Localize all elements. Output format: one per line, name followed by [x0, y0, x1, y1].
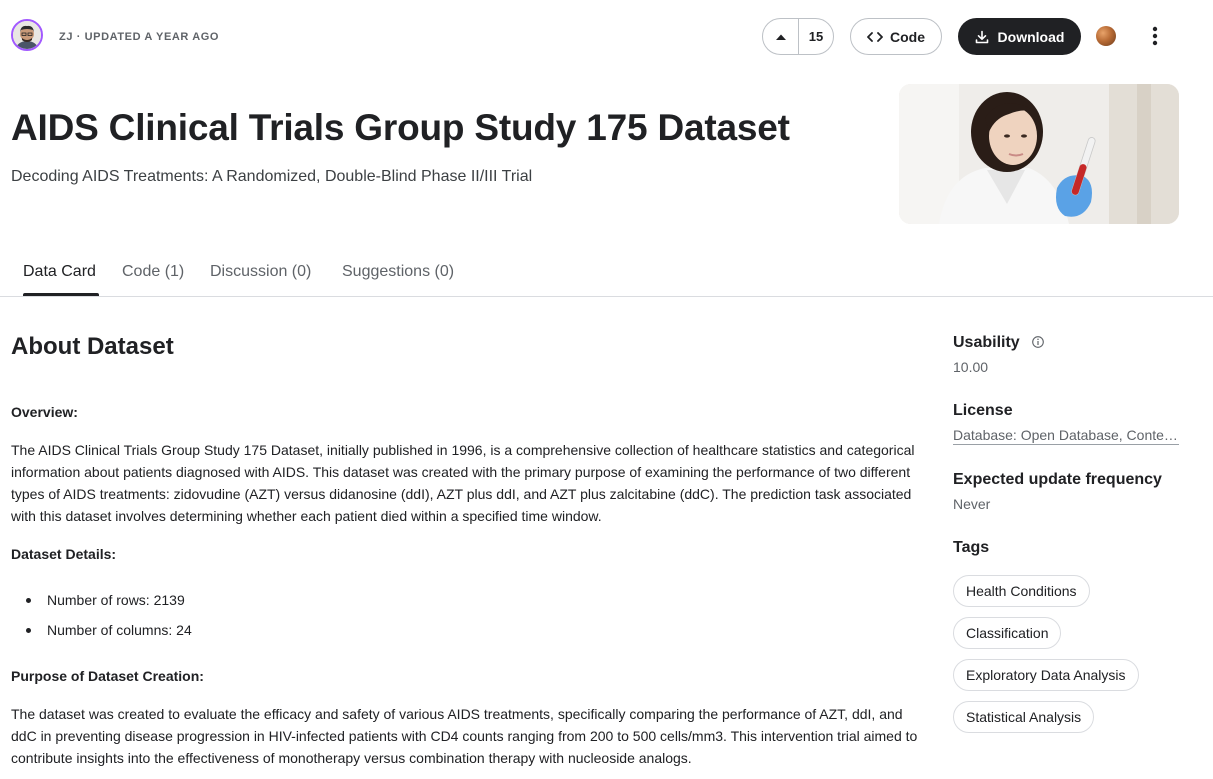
usability-value: 10.00	[953, 359, 989, 375]
user-avatar[interactable]	[1096, 26, 1116, 46]
owner-avatar-image	[13, 21, 41, 49]
active-tab-indicator	[23, 293, 99, 296]
tag-chip[interactable]: Classification	[953, 617, 1062, 649]
tab-discussion[interactable]: Discussion (0)	[210, 263, 311, 281]
caret-up-icon	[775, 34, 786, 40]
upvote-widget: 15	[762, 18, 834, 55]
vote-count: 15	[808, 29, 824, 44]
overview-heading: Overview:	[11, 404, 78, 420]
tab-code[interactable]: Code (1)	[122, 263, 184, 281]
dataset-details-list: Number of rows: 2139 Number of columns: …	[11, 589, 611, 649]
page-subtitle: Decoding AIDS Treatments: A Randomized, …	[11, 168, 533, 185]
overview-text: The AIDS Clinical Trials Group Study 175…	[11, 442, 915, 524]
info-icon[interactable]	[1031, 335, 1045, 349]
code-brackets-icon	[867, 31, 883, 42]
upvote-button[interactable]	[763, 19, 799, 54]
code-button[interactable]: Code	[850, 18, 942, 55]
tab-data-card[interactable]: Data Card	[23, 263, 96, 281]
owner-meta: ZJ · UPDATED A YEAR AGO	[59, 31, 220, 43]
download-button-label: Download	[997, 28, 1065, 45]
more-options-button[interactable]	[1143, 22, 1167, 50]
license-link[interactable]: Database: Open Database, Contents: Datab…	[953, 427, 1179, 445]
tab-suggestions[interactable]: Suggestions (0)	[342, 263, 454, 281]
usability-label: Usability	[953, 334, 1020, 351]
owner-avatar[interactable]	[11, 19, 43, 51]
top-bar: ZJ · UPDATED A YEAR AGO 15 Code Download	[0, 0, 1213, 72]
tag-chip[interactable]: Exploratory Data Analysis	[953, 659, 1139, 691]
tab-bar: Data Card Code (1) Discussion (0) Sugges…	[0, 250, 1213, 297]
page-title: AIDS Clinical Trials Group Study 175 Dat…	[11, 107, 790, 148]
more-vertical-icon	[1152, 26, 1158, 46]
tag-chip[interactable]: Health Conditions	[953, 575, 1090, 607]
download-button[interactable]: Download	[958, 18, 1081, 55]
update-frequency-value: Never	[953, 496, 991, 512]
cover-illustration	[899, 84, 1179, 224]
list-item: Number of columns: 24	[11, 619, 611, 649]
dataset-details-heading: Dataset Details:	[11, 546, 117, 562]
tag-chip[interactable]: Statistical Analysis	[953, 701, 1095, 733]
license-label: License	[953, 402, 1013, 419]
download-icon	[975, 30, 988, 43]
update-frequency-label: Expected update frequency	[953, 471, 1162, 488]
dataset-cover-image	[899, 84, 1179, 224]
list-item: Number of rows: 2139	[11, 589, 611, 619]
purpose-heading: Purpose of Dataset Creation:	[11, 668, 204, 684]
purpose-text: The dataset was created to evaluate the …	[11, 706, 918, 766]
about-dataset-heading: About Dataset	[11, 333, 174, 360]
tags-label: Tags	[953, 539, 990, 556]
code-button-label: Code	[890, 28, 925, 45]
